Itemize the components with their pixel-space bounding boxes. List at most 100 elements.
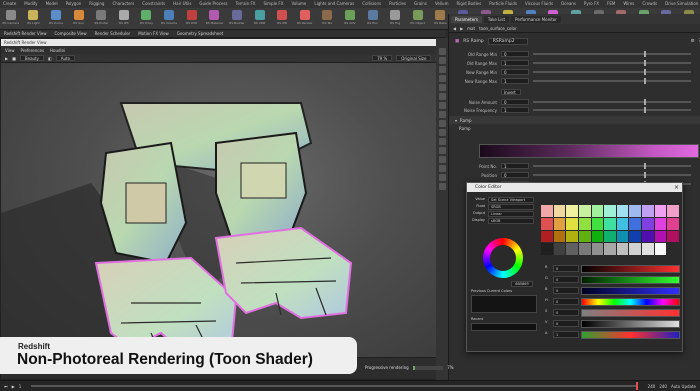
- color-swatch[interactable]: [667, 230, 679, 243]
- color-swatch[interactable]: [629, 217, 642, 230]
- ce-field-value[interactable]: Linear: [488, 211, 534, 217]
- node-name-field[interactable]: RSRamp2: [487, 38, 528, 45]
- param-value-field[interactable]: 1: [501, 107, 529, 113]
- color-swatch[interactable]: [553, 217, 566, 230]
- color-swatch[interactable]: [629, 243, 642, 255]
- shelf-tab[interactable]: Polygon: [63, 0, 85, 8]
- color-swatch[interactable]: [553, 230, 566, 243]
- zoom-field[interactable]: 79 %: [372, 55, 393, 61]
- color-swatch[interactable]: [578, 217, 591, 230]
- move-icon[interactable]: [438, 57, 446, 64]
- play-back-icon[interactable]: ⏮: [4, 384, 8, 389]
- color-swatch[interactable]: [604, 217, 616, 230]
- shelf-tool[interactable]: RS Sun: [68, 9, 90, 29]
- shelf-tool[interactable]: RS Volume: [158, 9, 180, 29]
- shelf-tool[interactable]: RS Proxy: [136, 9, 158, 29]
- color-swatch[interactable]: [604, 243, 616, 255]
- invert-button[interactable]: Invert: [501, 89, 521, 95]
- channel-slider[interactable]: [581, 298, 680, 306]
- texture-icon[interactable]: [438, 147, 446, 154]
- shelf-tab[interactable]: Crowds: [639, 0, 660, 8]
- color-swatch[interactable]: [616, 243, 629, 255]
- param-value-field[interactable]: 0: [501, 99, 529, 105]
- param-slider[interactable]: [533, 163, 691, 169]
- param-tab[interactable]: Performance Monitor: [511, 15, 561, 23]
- color-swatch[interactable]: [541, 243, 553, 255]
- color-swatch[interactable]: [553, 205, 566, 217]
- channel-value-field[interactable]: 1: [553, 331, 579, 338]
- scale-icon[interactable]: [438, 75, 446, 82]
- param-slider[interactable]: [533, 69, 691, 75]
- param-value-field[interactable]: 0: [501, 69, 529, 75]
- param-slider[interactable]: [533, 107, 691, 113]
- path-segment-2[interactable]: toon_surface_color: [479, 26, 517, 31]
- channel-slider[interactable]: [581, 320, 680, 328]
- shelf-tool[interactable]: RS Object: [407, 9, 429, 29]
- channel-slider[interactable]: [581, 265, 680, 273]
- color-swatch[interactable]: [591, 230, 604, 243]
- shelf-tool[interactable]: RS AOV: [339, 9, 361, 29]
- param-value-field[interactable]: 0: [501, 51, 529, 57]
- color-swatch[interactable]: [541, 217, 553, 230]
- param-tab[interactable]: Take List: [483, 15, 510, 23]
- channel-slider[interactable]: [581, 331, 680, 339]
- pane-tab[interactable]: Render Scheduler: [95, 31, 131, 36]
- display-icon[interactable]: [438, 120, 446, 127]
- play-icon[interactable]: ▶: [12, 384, 15, 389]
- color-swatch[interactable]: [616, 205, 629, 217]
- shelf-tab[interactable]: Pyro FX: [581, 0, 602, 8]
- param-value-field[interactable]: 1: [501, 60, 529, 66]
- param-tab[interactable]: Parameters: [451, 15, 482, 23]
- channel-value-field[interactable]: 0: [553, 265, 579, 272]
- shelf-tool[interactable]: RS Env: [362, 9, 384, 29]
- color-swatch[interactable]: [667, 217, 679, 230]
- shelf-tab[interactable]: Grains: [411, 0, 430, 8]
- shelf-tab[interactable]: Wires: [620, 0, 637, 8]
- shelf-tab[interactable]: Oceans: [558, 0, 579, 8]
- channel-slider[interactable]: [581, 309, 680, 317]
- shelf-tool[interactable]: RS Dome: [45, 9, 67, 29]
- play-icon[interactable]: ▶: [5, 56, 8, 61]
- param-value-field[interactable]: 1: [501, 163, 529, 169]
- shelf-tab[interactable]: Vellum: [432, 0, 452, 8]
- shelf-tool[interactable]: RS Render: [294, 9, 316, 29]
- back-icon[interactable]: ◀: [453, 26, 456, 31]
- pane-tab[interactable]: Motion FX View: [138, 31, 169, 36]
- color-swatch[interactable]: [642, 217, 654, 230]
- color-swatch[interactable]: [642, 205, 654, 217]
- color-swatch[interactable]: [667, 205, 679, 217]
- color-swatch[interactable]: [642, 230, 654, 243]
- color-swatch[interactable]: [604, 205, 616, 217]
- ce-field-value[interactable]: SRGB: [488, 204, 534, 210]
- recent-colors[interactable]: [471, 323, 537, 331]
- shelf-tab[interactable]: Viscous Fluids: [522, 0, 556, 8]
- shelf-tool[interactable]: RS Portal: [90, 9, 112, 29]
- shelf-tab[interactable]: Guide Process: [196, 0, 230, 8]
- stop-icon[interactable]: ■: [12, 56, 16, 61]
- shelf-tab[interactable]: Model: [43, 0, 61, 8]
- shelf-tool[interactable]: RS Light: [23, 9, 45, 29]
- color-swatch[interactable]: [654, 217, 667, 230]
- color-swatch[interactable]: [591, 217, 604, 230]
- ce-field-value[interactable]: sRGB: [488, 218, 534, 224]
- color-swatch[interactable]: [616, 217, 629, 230]
- pane-tab[interactable]: Redshift Render View: [4, 31, 47, 36]
- channel-slider[interactable]: [581, 287, 680, 295]
- rotate-icon[interactable]: [438, 66, 446, 73]
- shelf-tab[interactable]: Rigid Bodies: [453, 0, 484, 8]
- color-swatch[interactable]: [629, 230, 642, 243]
- path-segment-1[interactable]: mat: [467, 26, 475, 31]
- hex-field[interactable]: 6B5869: [511, 281, 533, 287]
- color-swatch[interactable]: [654, 230, 667, 243]
- shelf-tool[interactable]: RS Tex: [317, 9, 339, 29]
- param-slider[interactable]: [533, 172, 691, 178]
- render-viewport[interactable]: [1, 63, 437, 357]
- shading-icon[interactable]: [438, 138, 446, 145]
- shelf-tab[interactable]: FEM: [604, 0, 618, 8]
- channel-value-field[interactable]: 0: [553, 320, 579, 327]
- shelf-tab[interactable]: Volume: [288, 0, 309, 8]
- normals-icon[interactable]: [438, 174, 446, 181]
- shelf-tool[interactable]: RS Builder: [226, 9, 248, 29]
- color-swatch[interactable]: [566, 230, 578, 243]
- shelf-tab[interactable]: Simple FX: [260, 0, 286, 8]
